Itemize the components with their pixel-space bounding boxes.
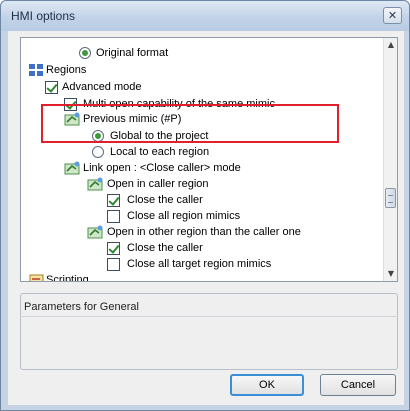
- close-all-region-mimics-checkbox[interactable]: [107, 210, 120, 223]
- ok-button[interactable]: OK: [230, 374, 304, 396]
- scroll-up-button[interactable]: ▲: [384, 38, 397, 52]
- options-tree[interactable]: Original format Regions Advanced mode Mu…: [20, 37, 398, 282]
- scroll-down-button[interactable]: ▼: [384, 267, 397, 281]
- tree-item-link-open[interactable]: Link open : <Close caller> mode: [21, 160, 381, 176]
- tree-item-label: Link open : <Close caller> mode: [83, 162, 241, 174]
- close-icon: ✕: [387, 9, 398, 22]
- tree-item-label: Close all target region mimics: [127, 258, 272, 270]
- tree-item-close-caller-2[interactable]: Close the caller: [21, 240, 381, 256]
- tree-item-label: Regions: [46, 64, 87, 76]
- tree-item-label: Open in caller region: [107, 178, 209, 190]
- window-title: HMI options: [11, 9, 76, 23]
- tree-item-scripting[interactable]: Scripting: [21, 272, 381, 282]
- mimic-node-icon: [87, 225, 103, 239]
- regions-icon: [29, 64, 43, 76]
- original-format-radio[interactable]: [79, 47, 91, 59]
- tree-item-label: Original format: [96, 47, 169, 59]
- tree-item-close-all-region-mimics[interactable]: Close all region mimics: [21, 208, 381, 224]
- close-all-target-region-mimics-checkbox[interactable]: [107, 258, 120, 271]
- chevron-up-icon: ▲: [387, 40, 395, 49]
- chevron-down-icon: ▼: [387, 269, 395, 278]
- mimic-node-icon: [64, 161, 80, 175]
- tree-item-label: Scripting: [46, 274, 89, 282]
- tree-item-open-in-caller-region[interactable]: Open in caller region: [21, 176, 381, 192]
- tree-item-advanced-mode[interactable]: Advanced mode: [21, 79, 381, 95]
- tree-scrollbar[interactable]: ▲ ▼: [383, 38, 397, 281]
- tree-item-label: Close all region mimics: [127, 210, 241, 222]
- tree-item-label: Close the caller: [127, 194, 203, 206]
- tree-item-label: Advanced mode: [62, 81, 142, 93]
- scripting-icon: [29, 274, 44, 281]
- cancel-button[interactable]: Cancel: [320, 374, 396, 396]
- local-to-region-radio[interactable]: [92, 146, 104, 158]
- tree-item-regions[interactable]: Regions: [21, 62, 381, 78]
- tree-item-label: Open in other region than the caller one: [107, 226, 301, 238]
- tree-item-close-caller-1[interactable]: Close the caller: [21, 192, 381, 208]
- parameters-title: Parameters for General: [24, 301, 139, 313]
- parameters-divider: [20, 316, 398, 317]
- tree-item-original-format[interactable]: Original format: [21, 45, 381, 61]
- tree-item-close-all-target-region-mimics[interactable]: Close all target region mimics: [21, 256, 381, 272]
- dialog-body: Original format Regions Advanced mode Mu…: [8, 31, 404, 405]
- scroll-thumb[interactable]: [385, 188, 396, 208]
- cancel-button-label: Cancel: [340, 379, 376, 391]
- tree-item-label: Close the caller: [127, 242, 203, 254]
- tree-item-label: Local to each region: [110, 146, 210, 158]
- close-caller-checkbox[interactable]: [107, 194, 120, 207]
- ok-button-label: OK: [259, 379, 275, 391]
- tree-item-local-to-region[interactable]: Local to each region: [21, 144, 381, 160]
- close-caller-checkbox[interactable]: [107, 242, 120, 255]
- advanced-mode-checkbox[interactable]: [45, 81, 58, 94]
- highlight-annotation: [41, 104, 339, 143]
- close-button[interactable]: ✕: [383, 7, 402, 24]
- mimic-node-icon: [87, 177, 103, 191]
- title-bar[interactable]: HMI options ✕: [1, 1, 409, 31]
- tree-item-open-in-other-region[interactable]: Open in other region than the caller one: [21, 224, 381, 240]
- hmi-options-window: HMI options ✕ Original format Regions Ad…: [0, 0, 410, 411]
